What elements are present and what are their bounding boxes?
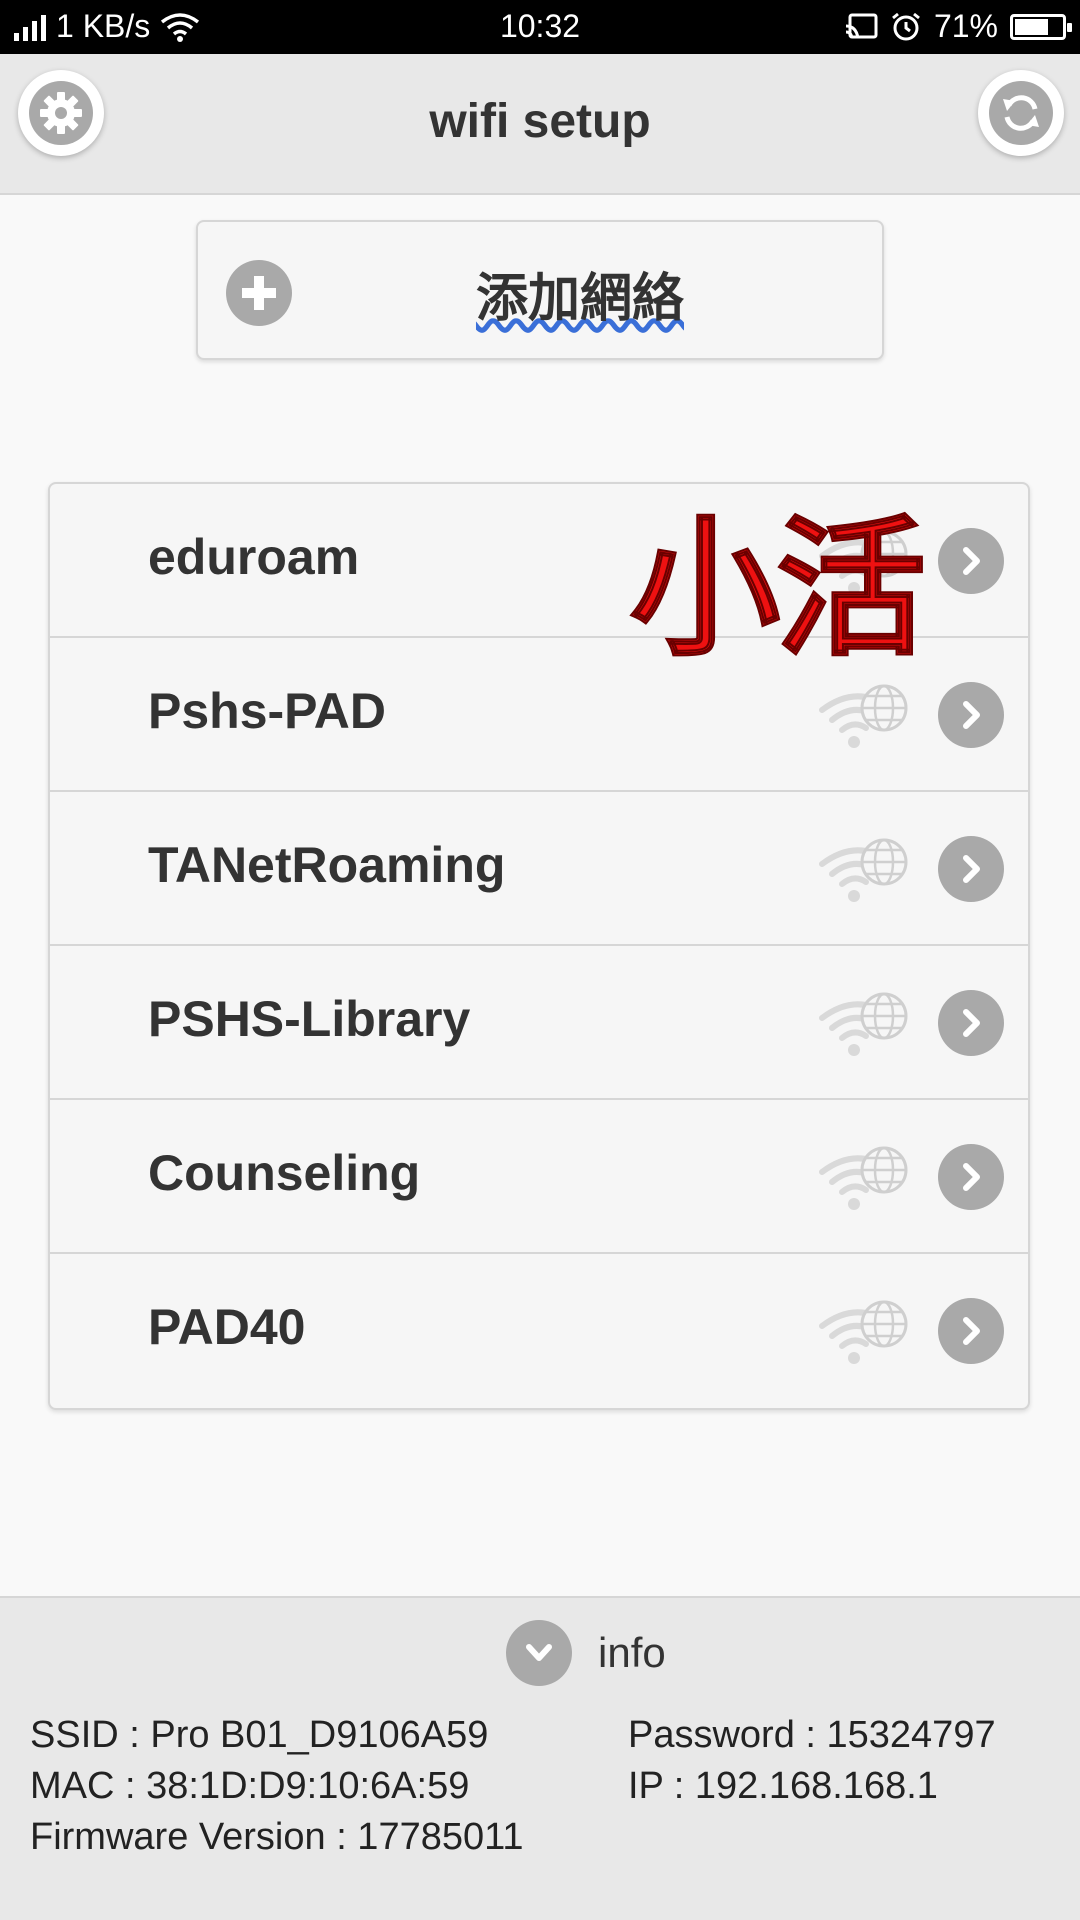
info-mac: MAC : 38:1D:D9:10:6A:59 (30, 1765, 470, 1807)
refresh-button[interactable] (978, 70, 1064, 156)
chevron-down-icon (506, 1620, 572, 1686)
add-network-button[interactable]: 添加網絡 (196, 220, 884, 360)
wifi-globe-icon (818, 988, 910, 1060)
network-row[interactable]: PSHS-Library (50, 946, 1028, 1100)
info-ip: IP : 192.168.168.1 (628, 1765, 938, 1807)
network-ssid: PSHS-Library (148, 991, 471, 1047)
wifi-globe-icon (818, 1142, 910, 1214)
network-ssid: Pshs-PAD (148, 683, 387, 739)
add-network-label: 添加網絡 (475, 270, 684, 328)
info-toggle[interactable]: info (506, 1620, 666, 1686)
info-panel: info SSID : Pro B01_D9106A59 Password : … (0, 1596, 1080, 1920)
status-bar: 1 KB/s 10:32 71% (0, 0, 1080, 54)
network-ssid: eduroam (148, 529, 360, 585)
chevron-right-icon[interactable] (938, 990, 1004, 1056)
info-label: info (598, 1629, 666, 1676)
alarm-icon (892, 12, 920, 40)
network-ssid: Counseling (148, 1145, 421, 1201)
page-title: wifi setup (429, 95, 651, 148)
status-right: 71% (844, 8, 1072, 45)
wifi-globe-icon (818, 680, 910, 752)
app-header: wifi setup (0, 54, 1080, 195)
chevron-right-icon[interactable] (938, 836, 1004, 902)
overlay-text: 小活 (629, 502, 927, 678)
battery-icon (1010, 13, 1072, 40)
chevron-right-icon[interactable] (938, 682, 1004, 748)
chevron-right-icon[interactable] (938, 1298, 1004, 1364)
info-ssid: SSID : Pro B01_D9106A59 (30, 1714, 489, 1756)
chevron-right-icon[interactable] (938, 528, 1004, 594)
info-password: Password : 15324797 (628, 1714, 996, 1756)
chevron-right-icon[interactable] (938, 1144, 1004, 1210)
wifi-globe-icon (818, 1296, 910, 1368)
battery-percent: 71% (933, 8, 998, 44)
network-row[interactable]: TANetRoaming (50, 792, 1028, 946)
network-ssid: TANetRoaming (148, 837, 506, 893)
wifi-globe-icon (818, 834, 910, 906)
network-row[interactable]: PAD40 (50, 1254, 1028, 1408)
network-row[interactable]: Counseling (50, 1100, 1028, 1254)
refresh-icon (989, 81, 1053, 145)
network-ssid: PAD40 (148, 1299, 306, 1355)
info-firmware: Firmware Version : 17785011 (30, 1816, 524, 1858)
cast-icon (845, 13, 878, 38)
